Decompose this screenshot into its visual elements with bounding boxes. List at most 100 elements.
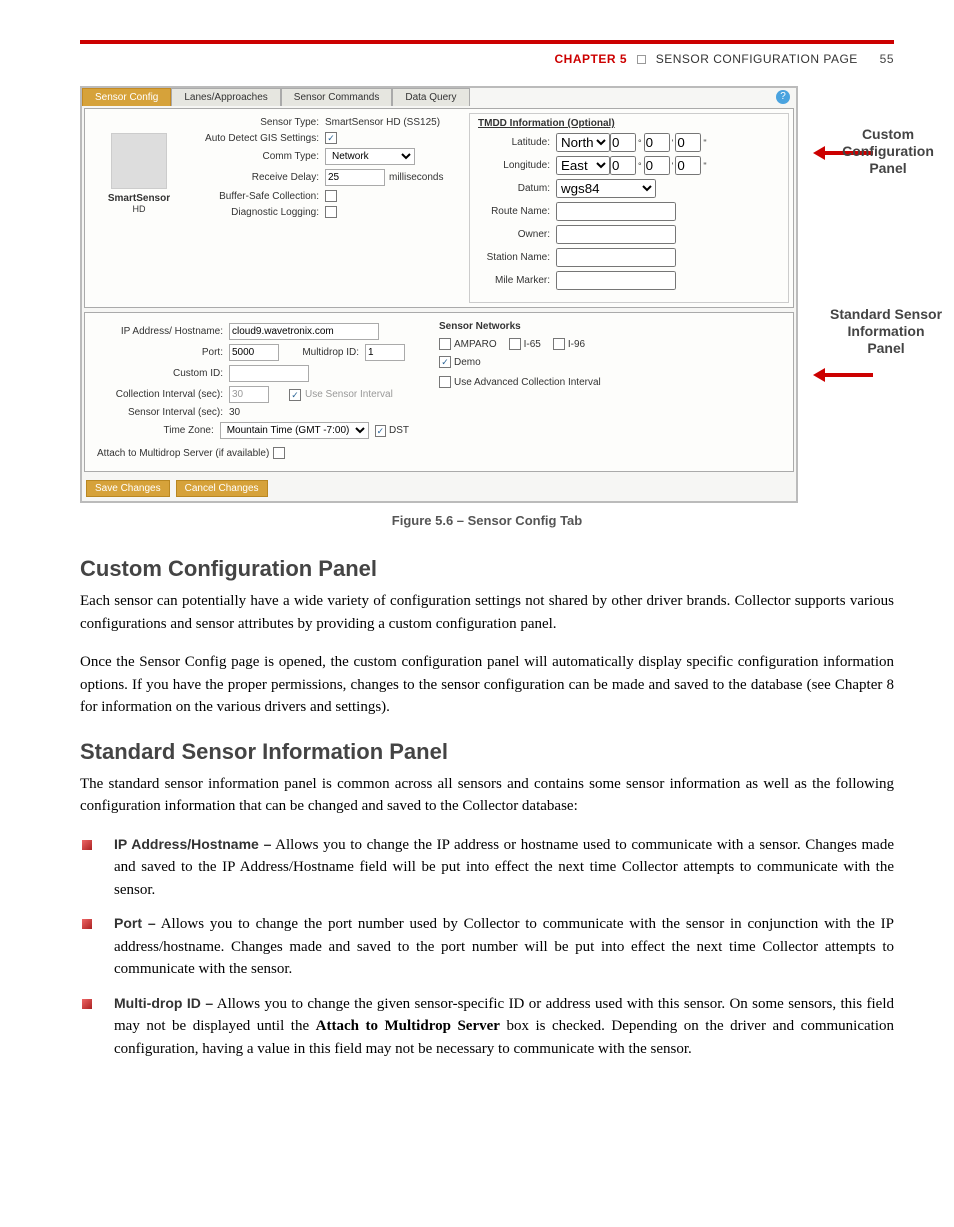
header-divider-box (637, 55, 646, 64)
cancel-changes-button[interactable]: Cancel Changes (176, 480, 268, 497)
port-label: Port: (93, 347, 223, 358)
tab-sensor-config[interactable]: Sensor Config (82, 88, 171, 106)
dst-label: DST (389, 425, 409, 436)
owner-label: Owner: (478, 229, 550, 240)
i65-checkbox[interactable] (509, 338, 521, 350)
amparo-checkbox[interactable] (439, 338, 451, 350)
port-input[interactable] (229, 344, 279, 361)
arrow-head-icon (813, 368, 825, 382)
station-name-label: Station Name: (478, 252, 550, 263)
ip-address-label: IP Address/ Hostname: (93, 326, 223, 337)
help-icon[interactable]: ? (776, 90, 790, 104)
custom-id-input[interactable] (229, 365, 309, 382)
sensor-type-label: Sensor Type: (199, 117, 319, 128)
figure-container: Sensor Config Lanes/Approaches Sensor Co… (80, 86, 894, 503)
bullet-multidrop-id: Multi-drop ID – Allows you to change the… (80, 993, 894, 1061)
auto-detect-checkbox[interactable]: ✓ (325, 132, 337, 144)
demo-checkbox[interactable]: ✓ (439, 356, 451, 368)
tmdd-info-block: TMDD Information (Optional) Latitude: No… (469, 113, 789, 303)
callout-standard-sensor-info-panel: Standard Sensor Information Panel (816, 306, 954, 356)
page-number: 55 (880, 52, 894, 66)
callout-custom-config-panel: Custom Configuration Panel (828, 126, 948, 176)
route-name-input[interactable] (556, 202, 676, 221)
text-port: Allows you to change the port number use… (114, 916, 894, 977)
custom-configuration-panel: SmartSensor HD Sensor Type: SmartSensor … (84, 108, 794, 308)
save-changes-button[interactable]: Save Changes (86, 480, 170, 497)
paragraph-custom-config-1: Each sensor can potentially have a wide … (80, 590, 894, 635)
mile-marker-label: Mile Marker: (478, 275, 550, 286)
ip-address-input[interactable] (229, 323, 379, 340)
sensor-networks-title: Sensor Networks (439, 321, 679, 332)
demo-label: Demo (454, 357, 481, 368)
attach-multidrop-label: Attach to Multidrop Server (if available… (97, 448, 269, 459)
collection-interval-label: Collection Interval (sec): (93, 389, 223, 400)
sensor-logo-image (111, 133, 167, 189)
logo-subtitle: HD (89, 204, 189, 214)
latitude-direction-select[interactable]: North (556, 133, 610, 152)
text-multidrop-bold: Attach to Multidrop Server (316, 1018, 500, 1034)
tab-data-query[interactable]: Data Query (392, 88, 469, 106)
owner-input[interactable] (556, 225, 676, 244)
use-advanced-collection-checkbox[interactable] (439, 376, 451, 388)
buffer-safe-checkbox[interactable] (325, 190, 337, 202)
paragraph-custom-config-2: Once the Sensor Config page is opened, t… (80, 651, 894, 719)
lon-min-input[interactable] (644, 156, 670, 175)
tab-sensor-commands[interactable]: Sensor Commands (281, 88, 393, 106)
latitude-label: Latitude: (478, 137, 550, 148)
lon-deg-input[interactable] (610, 156, 636, 175)
dst-checkbox[interactable]: ✓ (375, 425, 386, 437)
tabs-row: Sensor Config Lanes/Approaches Sensor Co… (82, 88, 796, 106)
longitude-direction-select[interactable]: East (556, 156, 610, 175)
arrow-body (825, 373, 873, 377)
comm-type-select[interactable]: Network (325, 148, 415, 165)
receive-delay-input[interactable] (325, 169, 385, 186)
buffer-safe-label: Buffer-Safe Collection: (199, 191, 319, 202)
term-port: Port – (114, 915, 156, 931)
bullet-port: Port – Allows you to change the port num… (80, 913, 894, 981)
page-header: CHAPTER 5 SENSOR CONFIGURATION PAGE 55 (80, 40, 894, 86)
i96-checkbox[interactable] (553, 338, 565, 350)
attach-multidrop-checkbox[interactable] (273, 447, 285, 459)
multidrop-id-input[interactable] (365, 344, 405, 361)
mile-marker-input[interactable] (556, 271, 676, 290)
term-multidrop-id: Multi-drop ID – (114, 995, 213, 1011)
tab-lanes-approaches[interactable]: Lanes/Approaches (171, 88, 280, 106)
lat-min-input[interactable] (644, 133, 670, 152)
longitude-label: Longitude: (478, 160, 550, 171)
tmdd-title: TMDD Information (Optional) (478, 118, 780, 129)
custom-id-label: Custom ID: (93, 368, 223, 379)
route-name-label: Route Name: (478, 206, 550, 217)
auto-detect-label: Auto Detect GIS Settings: (199, 133, 319, 144)
heading-standard-sensor-information-panel: Standard Sensor Information Panel (80, 739, 894, 765)
logo-title: SmartSensor (89, 193, 189, 204)
use-sensor-interval-checkbox[interactable]: ✓ (289, 389, 301, 401)
diagnostic-logging-label: Diagnostic Logging: (199, 207, 319, 218)
sensor-interval-label: Sensor Interval (sec): (93, 407, 223, 418)
time-zone-label: Time Zone: (93, 425, 214, 436)
comm-type-label: Comm Type: (199, 151, 319, 162)
sensor-type-value: SmartSensor HD (SS125) (325, 117, 440, 128)
receive-delay-label: Receive Delay: (199, 172, 319, 183)
term-ip-address: IP Address/Hostname – (114, 836, 271, 852)
heading-custom-configuration-panel: Custom Configuration Panel (80, 556, 894, 582)
amparo-label: AMPARO (454, 339, 497, 350)
ms-label: milliseconds (389, 172, 443, 183)
sensor-interval-value: 30 (229, 407, 240, 418)
header-title: SENSOR CONFIGURATION PAGE (656, 52, 858, 66)
chapter-label: CHAPTER 5 (555, 52, 628, 66)
arrow-head-icon (813, 146, 825, 160)
diagnostic-logging-checkbox[interactable] (325, 206, 337, 218)
use-sensor-interval-label: Use Sensor Interval (305, 389, 393, 400)
datum-label: Datum: (478, 183, 550, 194)
standard-sensor-information-panel: IP Address/ Hostname: Port: Multidrop ID… (84, 312, 794, 472)
lat-deg-input[interactable] (610, 133, 636, 152)
i96-label: I-96 (568, 339, 585, 350)
station-name-input[interactable] (556, 248, 676, 267)
time-zone-select[interactable]: Mountain Time (GMT -7:00) (220, 422, 369, 439)
lat-sec-input[interactable] (675, 133, 701, 152)
datum-select[interactable]: wgs84 (556, 179, 656, 198)
lon-sec-input[interactable] (675, 156, 701, 175)
sensor-networks-block: Sensor Networks AMPARO I-65 I-96 ✓Demo U… (429, 317, 689, 467)
figure-caption: Figure 5.6 – Sensor Config Tab (80, 513, 894, 528)
bullet-ip-address: IP Address/Hostname – Allows you to chan… (80, 834, 894, 902)
